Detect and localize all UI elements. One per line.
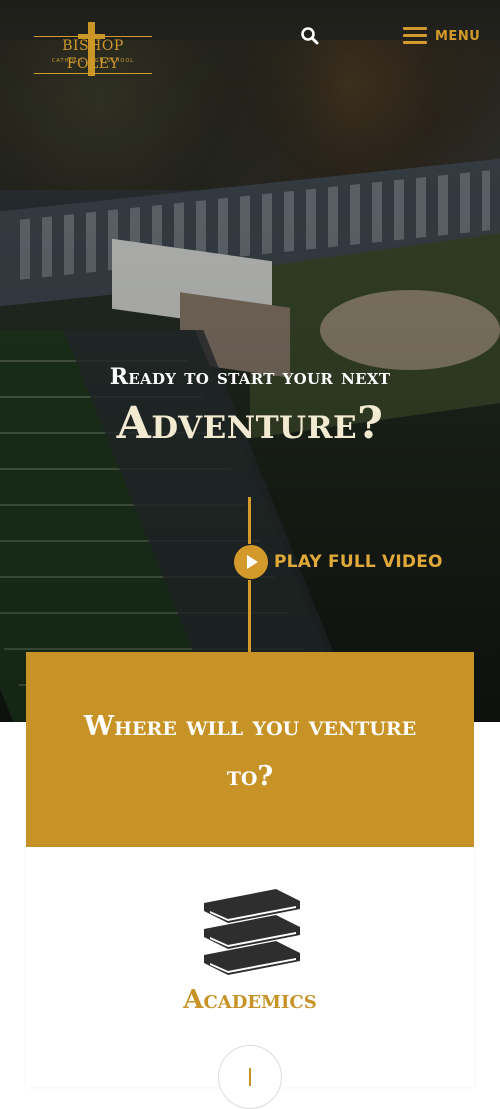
venture-card-title: Where will you venture to?	[83, 711, 417, 792]
menu-label: MENU	[435, 28, 481, 44]
search-button[interactable]	[300, 26, 320, 46]
plus-icon	[249, 1068, 251, 1086]
hero-subtitle: Ready to start your next	[109, 364, 391, 390]
logo-name: BISHOP FOLEY	[34, 36, 152, 74]
search-icon	[301, 27, 319, 45]
hero-divider-top	[248, 497, 251, 544]
play-icon	[234, 545, 268, 579]
hero-divider-bottom	[248, 580, 251, 652]
expand-academics-button[interactable]	[218, 1045, 282, 1109]
play-video-label: PLAY FULL VIDEO	[274, 552, 443, 572]
hamburger-icon	[403, 27, 427, 45]
menu-button[interactable]: MENU	[403, 23, 483, 49]
hero-title: Adventure?	[116, 398, 384, 449]
books-icon	[204, 889, 300, 975]
play-video-button[interactable]: PLAY FULL VIDEO	[234, 544, 443, 580]
academics-label[interactable]: Academics	[26, 985, 474, 1015]
logo-subtitle: CATHOLIC HIGH SCHOOL	[51, 58, 135, 64]
venture-card-header: Where will you venture to?	[26, 652, 474, 847]
hero-section: BISHOP FOLEY CATHOLIC HIGH SCHOOL MENU R…	[0, 0, 500, 722]
school-logo[interactable]: BISHOP FOLEY CATHOLIC HIGH SCHOOL	[34, 22, 152, 76]
venture-card-body: Academics	[26, 847, 474, 1109]
